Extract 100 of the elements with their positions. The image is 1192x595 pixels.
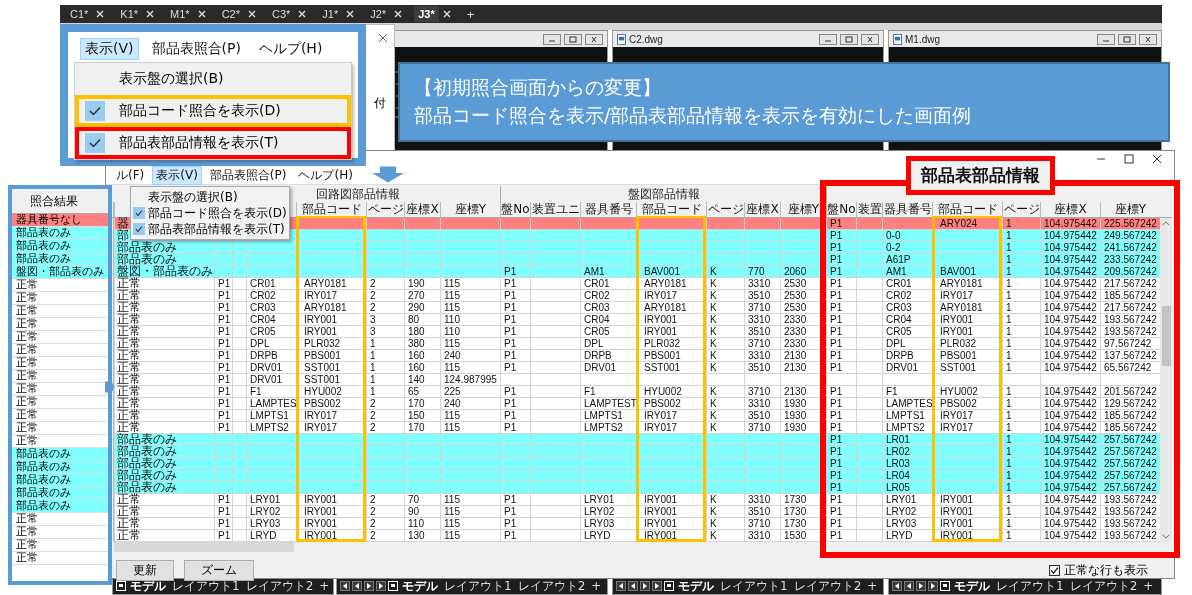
document-tab[interactable]: C1*	[66, 6, 93, 22]
table-cell-text: 正常	[15, 305, 38, 317]
menu-item[interactable]: ヘルプ(H)	[253, 38, 328, 60]
column-header: ページ	[706, 202, 744, 217]
arrow-icon	[372, 166, 404, 183]
document-tab[interactable]: J1*	[318, 6, 343, 22]
maximize-icon[interactable]	[1124, 154, 1134, 164]
table-cell-text: 正常	[15, 526, 38, 538]
column-header: 部品コード	[932, 202, 1002, 217]
next-icon[interactable]	[916, 581, 926, 591]
document-tab[interactable]: K1*	[116, 6, 143, 22]
previous-icon[interactable]	[904, 581, 914, 591]
table-cell-text: 盤図・部品表のみ	[15, 266, 104, 278]
table-cell-text: 正常	[15, 279, 38, 291]
table-cell-text: 正常	[15, 383, 38, 395]
menu-item[interactable]: 部品表照合(P)	[146, 38, 246, 60]
next-icon[interactable]	[640, 581, 650, 591]
layout-icon[interactable]	[116, 581, 126, 591]
first-icon[interactable]	[340, 581, 350, 591]
annotation-text: 【初期照合画面からの変更】	[414, 75, 662, 100]
menu-item[interactable]: ヘルプ(H)	[294, 166, 357, 185]
minimize-icon[interactable]	[543, 33, 561, 45]
layout-tab[interactable]: モデル	[952, 577, 992, 595]
document-tab[interactable]: J2*	[366, 6, 391, 22]
table-cell-text: 正常	[15, 318, 38, 330]
maximize-icon[interactable]	[1118, 33, 1136, 45]
layout-tab[interactable]: レイアウト1	[442, 577, 514, 595]
scroll-up-icon[interactable]	[1162, 221, 1170, 226]
menu-item[interactable]: 部品コード照合を表示(D)	[75, 95, 351, 127]
add-layout-button[interactable]: +	[1141, 579, 1156, 593]
maximize-icon[interactable]	[840, 33, 858, 45]
previous-icon[interactable]	[352, 581, 362, 591]
add-tab-button[interactable]: +	[462, 6, 479, 22]
checkbox-label[interactable]: 正常な行も表示	[1064, 562, 1148, 579]
add-layout-button[interactable]: +	[589, 579, 604, 593]
layout-icon[interactable]	[388, 581, 398, 591]
scrollbar-thumb[interactable]	[1161, 306, 1171, 366]
last-icon[interactable]	[928, 581, 938, 591]
close-icon[interactable]	[861, 33, 879, 45]
column-header: 座標X	[744, 202, 780, 217]
document-tab[interactable]: M1*	[166, 6, 194, 22]
menu-item[interactable]: 表示盤の選択(B)	[75, 63, 351, 95]
table-cell-text: 器具番号なし	[15, 214, 82, 226]
layout-tab[interactable]: レイアウト2	[515, 577, 588, 595]
column-header: 照合結果	[29, 193, 78, 210]
layout-tab[interactable]: レイアウト1	[994, 577, 1066, 595]
minimize-icon[interactable]	[819, 33, 837, 45]
layout-tab[interactable]: レイアウト1	[718, 577, 790, 595]
table-cell-text: 正常	[15, 513, 38, 525]
last-icon[interactable]	[376, 581, 386, 591]
action-button[interactable]: ズーム	[184, 560, 254, 581]
scroll-down-icon[interactable]	[1162, 534, 1170, 539]
add-layout-button[interactable]: +	[865, 579, 880, 593]
layout-tab[interactable]: モデル	[400, 577, 440, 595]
table-cell-text: 部品表のみ	[15, 474, 71, 486]
close-icon[interactable]	[1139, 33, 1157, 45]
close-icon[interactable]	[585, 33, 603, 45]
layout-tab[interactable]: レイアウト2	[791, 577, 864, 595]
menu-item[interactable]: 表示(V)	[80, 38, 139, 60]
document-tab[interactable]: C2*	[217, 6, 244, 22]
table-cell-text: 正常	[15, 409, 38, 421]
document-tab[interactable]: C3*	[268, 6, 295, 22]
table-cell-text: 正常	[15, 344, 38, 356]
check-icon	[85, 101, 105, 121]
menu-item[interactable]: 表示(V)	[152, 166, 202, 185]
document-icon	[617, 33, 626, 45]
table-cell-text: 正常	[15, 370, 38, 382]
scrollbar[interactable]	[1160, 218, 1172, 542]
previous-icon[interactable]	[628, 581, 638, 591]
checkbox[interactable]	[1049, 565, 1060, 576]
action-button[interactable]: 更新	[116, 560, 174, 581]
maximize-icon[interactable]	[564, 33, 582, 45]
minimize-icon[interactable]	[1097, 33, 1115, 45]
layout-tab[interactable]: レイアウト2	[1067, 577, 1140, 595]
close-icon[interactable]	[1152, 154, 1162, 164]
first-icon[interactable]	[892, 581, 902, 591]
group-header-callout: 部品表部品情報	[906, 156, 1055, 195]
table-cell-text: 正常	[15, 422, 38, 434]
layout-tab[interactable]: モデル	[676, 577, 716, 595]
column-header: 盤No	[500, 202, 530, 217]
column-header: 座標X	[1040, 202, 1100, 217]
layout-icon[interactable]	[664, 581, 674, 591]
menu-item[interactable]: 部品表照合(P)	[205, 166, 291, 185]
column-header: 部品コード	[636, 202, 706, 217]
column-header: ページ	[366, 202, 404, 217]
layout-icon[interactable]	[940, 581, 950, 591]
scrollbar[interactable]	[114, 542, 294, 552]
menu-item[interactable]: 部品コード照合を表示(D)	[131, 205, 289, 221]
column-header: 器具番号	[580, 202, 636, 217]
menu-item[interactable]: ル(F)	[112, 166, 149, 185]
table-cell-text: 部品表のみ	[15, 500, 71, 512]
menu-item[interactable]: 部品表部品情報を表示(T)	[75, 127, 351, 159]
document-tab[interactable]: J3*	[414, 6, 439, 22]
annotation-text: 部品コード照合を表示/部品表部品情報を表示を有効にした画面例	[414, 103, 973, 128]
next-icon[interactable]	[364, 581, 374, 591]
first-icon[interactable]	[616, 581, 626, 591]
check-icon	[133, 207, 145, 219]
close-icon[interactable]	[378, 33, 388, 43]
add-layout-button[interactable]: +	[317, 579, 332, 593]
last-icon[interactable]	[652, 581, 662, 591]
